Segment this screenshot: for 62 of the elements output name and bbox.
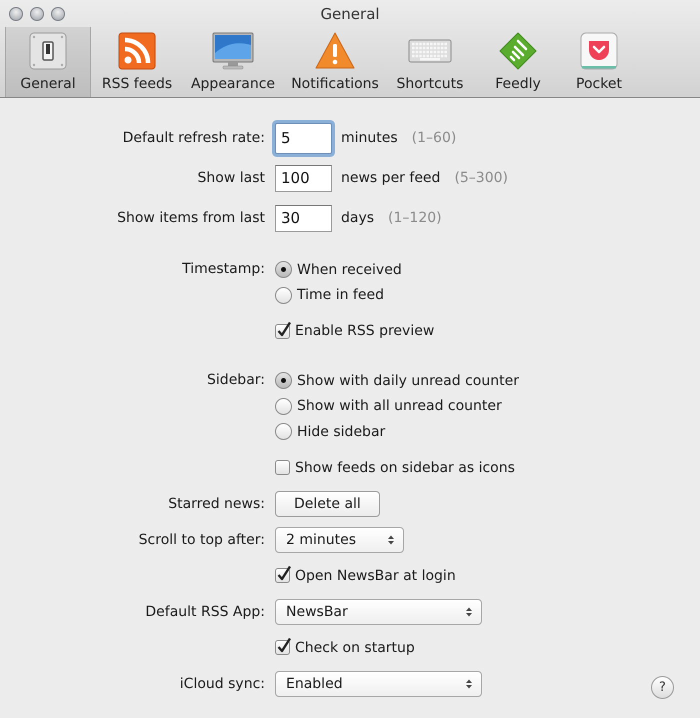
- checkbox-label[interactable]: Enable RSS preview: [295, 323, 434, 339]
- setting-label: Default refresh rate:: [122, 130, 265, 146]
- range-hint: (1–60): [412, 130, 456, 146]
- setting-label: iCloud sync:: [180, 676, 265, 692]
- popup-button[interactable]: NewsBar: [275, 598, 482, 624]
- radio-label[interactable]: Show with daily unread counter: [297, 372, 519, 389]
- switch-icon: [28, 31, 68, 71]
- number-field[interactable]: 30: [275, 204, 332, 232]
- range-hint: (1–120): [388, 210, 442, 226]
- toolbar-tab[interactable]: Shortcuts: [387, 27, 473, 97]
- close-button[interactable]: [9, 6, 23, 20]
- setting-label: Default RSS App:: [145, 604, 265, 620]
- setting-label: Sidebar:: [207, 372, 265, 388]
- setting-label: Timestamp:: [182, 261, 265, 277]
- updown-icon: [465, 678, 473, 690]
- setting-label: Show items from last: [117, 210, 265, 226]
- warning-icon: [314, 31, 356, 71]
- popup-button[interactable]: Enabled: [275, 670, 482, 696]
- diamond-icon: [498, 31, 538, 71]
- toolbar-tab[interactable]: General: [5, 27, 91, 97]
- shield-icon: [579, 31, 619, 71]
- radio-button[interactable]: [275, 261, 292, 278]
- unit-label: news per feed: [341, 170, 440, 186]
- radio-label[interactable]: Time in feed: [297, 287, 384, 304]
- toolbar-tab[interactable]: Pocket: [563, 27, 635, 97]
- radio-label[interactable]: When received: [297, 262, 402, 278]
- radio-button[interactable]: [275, 372, 292, 390]
- popup-button[interactable]: 2 minutes: [275, 526, 404, 552]
- radio-button[interactable]: [275, 286, 292, 304]
- checkbox[interactable]: [275, 460, 290, 475]
- rss-icon: [117, 31, 157, 71]
- setting-label: Starred news:: [168, 496, 265, 512]
- minimize-button[interactable]: [30, 6, 44, 20]
- radio-button[interactable]: [275, 398, 292, 415]
- unit-label: days: [341, 210, 374, 226]
- radio-button[interactable]: [275, 423, 292, 440]
- number-field[interactable]: 5: [275, 122, 332, 154]
- toolbar-tab[interactable]: Appearance: [183, 27, 283, 97]
- toolbar-tab[interactable]: Notifications: [283, 27, 387, 97]
- toolbar-tab[interactable]: RSS feeds: [91, 27, 183, 97]
- checkbox[interactable]: [275, 640, 290, 655]
- checkbox-label[interactable]: Check on startup: [295, 640, 415, 656]
- setting-label: Show last: [198, 170, 265, 186]
- checkbox-label[interactable]: Show feeds on sidebar as icons: [295, 460, 515, 476]
- monitor-icon: [211, 31, 255, 71]
- radio-label[interactable]: Hide sidebar: [297, 424, 386, 440]
- setting-label: Scroll to top after:: [138, 532, 265, 548]
- checkbox-label[interactable]: Open NewsBar at login: [295, 568, 456, 584]
- unit-label: minutes: [341, 130, 398, 146]
- number-field[interactable]: 100: [275, 164, 332, 192]
- window-title: General: [320, 4, 380, 22]
- checkbox[interactable]: [275, 324, 290, 338]
- updown-icon: [387, 534, 395, 546]
- keyboard-icon: [408, 39, 452, 63]
- delete-button[interactable]: Delete all: [275, 490, 380, 516]
- zoom-button[interactable]: [51, 6, 65, 20]
- range-hint: (5–300): [454, 170, 508, 186]
- help-button[interactable]: ?: [651, 676, 674, 699]
- checkbox[interactable]: [275, 568, 290, 583]
- radio-label[interactable]: Show with all unread counter: [297, 398, 502, 414]
- toolbar-tab[interactable]: Feedly: [473, 27, 563, 97]
- updown-icon: [465, 606, 473, 618]
